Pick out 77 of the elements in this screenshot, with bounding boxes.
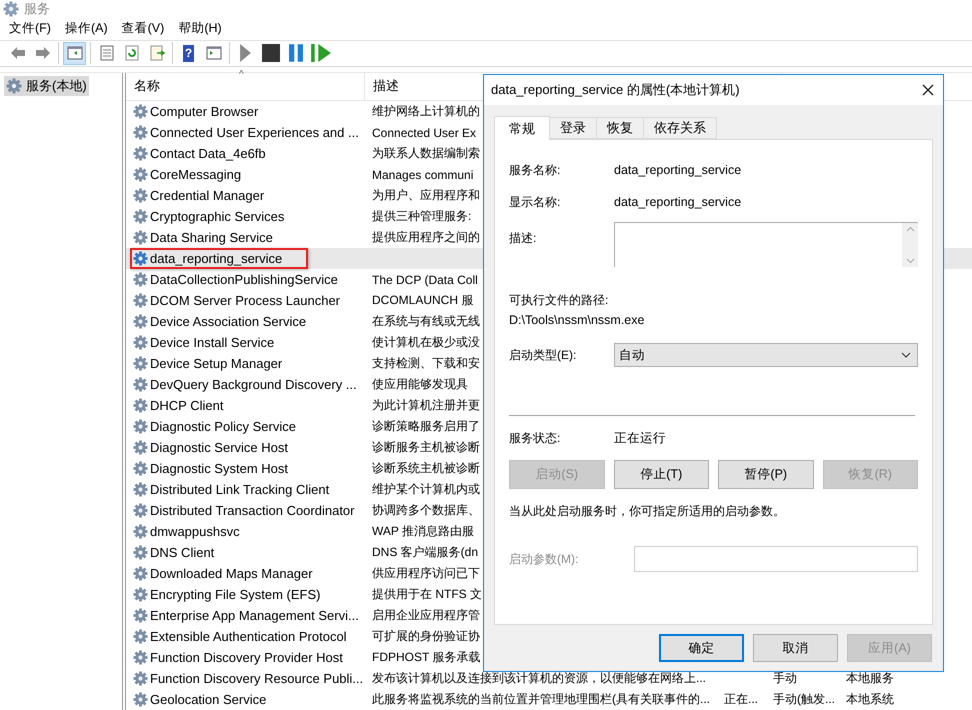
service-name: Contact Data_4e6fb [150, 146, 266, 162]
service-description: 发布该计算机以及连接到该计算机的资源，以便能够在网络上... [371, 670, 708, 688]
service-name: DevQuery Background Discovery ... [150, 377, 357, 392]
service-status: 正在... [723, 691, 760, 708]
service-description: 提供用于在 NTFS 文 [371, 586, 482, 604]
service-description: 提供应用程序之间的 [371, 229, 480, 246]
service-name: DataCollectionPublishingService [150, 272, 338, 288]
service-name: Encrypting File System (EFS) [150, 587, 320, 602]
service-name: DHCP Client [150, 398, 224, 414]
field-label: 启动类型(E): [509, 346, 578, 364]
service-description: 维护网络上计算机的 [371, 103, 480, 120]
field-label: 可执行文件的路径: [509, 292, 608, 308]
service-description: 诊断系统主机被诊断 [371, 460, 480, 478]
service-name: CoreMessaging [150, 167, 242, 182]
service-description: DCOMLAUNCH 服 [371, 292, 474, 310]
service-name: Device Association Service [150, 314, 306, 330]
service-description: 协调跨多个数据库、 [371, 502, 480, 520]
startup-type: 手动(触发... [772, 691, 836, 708]
service-description: Manages communi [371, 168, 474, 182]
service-name: DCOM Server Process Launcher [150, 293, 340, 308]
field-label: 服务状态: [509, 430, 562, 446]
service-name: Function Discovery Provider Host [150, 650, 343, 666]
service-description: 为此计算机注册并更 [371, 397, 480, 414]
service-description: 启用企业应用程序管 [371, 607, 480, 624]
hint-text: 当从此处启动服务时，你可指定所适用的启动参数。 [509, 503, 786, 520]
service-description: FDPHOST 服务承载 [371, 649, 480, 666]
service-description: 为用户、应用程序和 [371, 187, 480, 204]
service-name: Credential Manager [150, 188, 264, 204]
service-name: dmwappushsvc [150, 524, 240, 540]
service-name: Cryptographic Services [150, 209, 284, 224]
service-description: 提供三种管理服务: [371, 208, 472, 226]
service-description: Connected User Ex [371, 126, 476, 140]
service-description: 使计算机在极少或没 [371, 334, 480, 352]
service-name: data_reporting_service [150, 251, 282, 266]
service-name: Distributed Transaction Coordinator [150, 503, 354, 518]
service-description: 诊断策略服务启用了 [371, 418, 480, 436]
service-description: 为联系人数据编制索 [371, 145, 480, 162]
service-description: 此服务将监视系统的当前位置并管理地理围栏(具有关联事件的... [371, 691, 711, 708]
service-name: Downloaded Maps Manager [150, 566, 313, 582]
tree-item-label: 服务(本地) [26, 77, 87, 96]
service-name: Diagnostic Service Host [150, 440, 288, 456]
field-label: 启动参数(M): [509, 550, 580, 568]
field-label: 服务名称: [509, 162, 562, 178]
service-name: Diagnostic Policy Service [150, 419, 296, 434]
service-name: Geolocation Service [150, 692, 266, 708]
service-description: 使应用能够发现具 [371, 376, 468, 394]
service-description: DNS 客户端服务(dn [371, 544, 478, 562]
service-status-value: 正在运行 [614, 430, 666, 446]
service-name: Extensible Authentication Protocol [150, 629, 347, 644]
service-description: 可扩展的身份验证协 [371, 628, 480, 646]
field-label: 描述: [509, 230, 538, 247]
startup-type: 手动 [772, 670, 798, 688]
logon-account: 本地服务 [845, 670, 895, 688]
dialog-title: data_reporting_service 的属性(本地计算机) [491, 81, 740, 99]
service-description: WAP 推消息路由服 [371, 523, 474, 540]
service-name: Function Discovery Resource Publi... [150, 671, 364, 686]
service-name: Enterprise App Management Servi... [150, 608, 359, 624]
service-description: 在系统与有线或无线 [371, 313, 480, 330]
window-title: 服务 [24, 0, 50, 18]
service-name: Device Setup Manager [150, 356, 282, 372]
display-name-value: data_reporting_service [614, 195, 742, 209]
service-name: Computer Browser [150, 104, 258, 120]
service-name: Distributed Link Tracking Client [150, 482, 330, 498]
service-name: DNS Client [150, 545, 214, 560]
service-description: 维护某个计算机内或 [371, 481, 480, 498]
service-name-value: data_reporting_service [614, 163, 742, 177]
service-name: Data Sharing Service [150, 230, 273, 246]
service-description: 支持检测、下载和安 [371, 355, 480, 372]
service-description: The DCP (Data Coll [371, 272, 478, 287]
service-description: 诊断服务主机被诊断 [371, 439, 480, 456]
service-description: 供应用程序访问已下 [371, 565, 480, 582]
service-name: Device Install Service [150, 335, 274, 350]
logon-account: 本地系统 [845, 691, 895, 708]
service-name: Diagnostic System Host [150, 461, 288, 476]
field-label: 显示名称: [509, 194, 562, 210]
executable-path: D:\Tools\nssm\nssm.exe [509, 313, 644, 327]
service-name: Connected User Experiences and ... [150, 125, 359, 140]
